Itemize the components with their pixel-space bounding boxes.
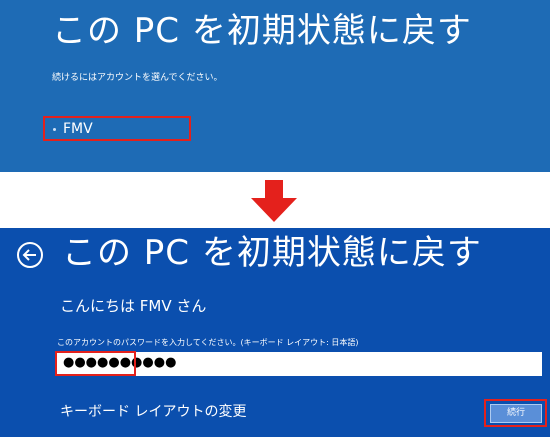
account-name: FMV bbox=[63, 121, 93, 137]
account-instruction: 続けるにはアカウントを選んでください。 bbox=[52, 73, 223, 83]
continue-button[interactable]: 続行 bbox=[490, 404, 542, 423]
bottom-page-title: この PC を初期状態に戻す bbox=[62, 233, 482, 273]
down-arrow-icon bbox=[251, 180, 297, 222]
password-label: このアカウントのパスワードを入力してください。(キーボード レイアウト: 日本語… bbox=[57, 338, 359, 347]
account-item-fmv[interactable]: FMV bbox=[43, 116, 191, 141]
greeting-text: こんにちは FMV さん bbox=[60, 297, 207, 315]
back-arrow-icon[interactable] bbox=[16, 241, 44, 269]
keyboard-layout-link[interactable]: キーボード レイアウトの変更 bbox=[60, 401, 246, 421]
password-highlight bbox=[55, 351, 136, 376]
top-page-title: この PC を初期状態に戻す bbox=[52, 11, 472, 51]
account-bullet-icon bbox=[53, 128, 56, 131]
